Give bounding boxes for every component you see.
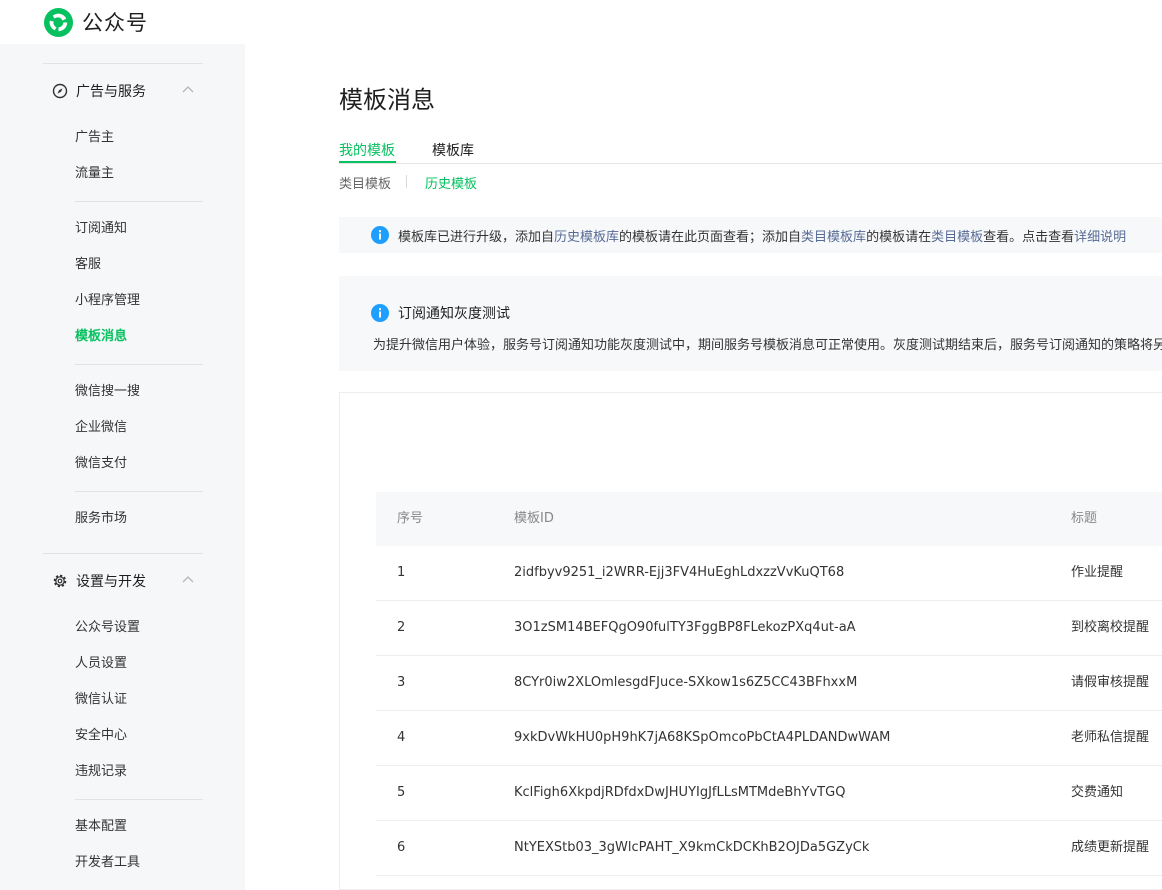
chevron-up-icon[interactable] [182,575,194,583]
table-row: 5 KclFigh6XkpdjRDfdxDwJHUYIgJfLLsMTMdeBh… [376,766,1162,821]
chevron-up-icon[interactable] [182,85,194,93]
table-row: 6 NtYEXStb03_3gWlcPAHT_X9kmCkDCKhB2OJDa5… [376,821,1162,876]
sidebar-item-violation-record[interactable]: 违规记录 [75,762,127,782]
column-header-index: 序号 [397,511,424,526]
row-template-id: 9xkDvWkHU0pH9hK7jA68KSpOmcoPbCtA4PLDANDw… [514,730,891,745]
column-header-title: 标题 [1071,511,1098,526]
row-index: 5 [397,785,406,800]
table-row: 4 9xkDvWkHU0pH9hK7jA68KSpOmcoPbCtA4PLDAN… [376,711,1162,766]
subtab-history-templates[interactable]: 历史模板 [425,173,477,192]
row-index: 2 [397,620,406,635]
sidebar: 广告与服务 广告主 流量主 订阅通知 客服 小程序管理 模板消息 微信搜一搜 企… [0,44,245,890]
gray-test-title-row: 订阅通知灰度测试 [371,303,510,323]
sidebar-section-label: 设置与开发 [76,574,146,590]
detailed-explanation-link[interactable]: 详细说明 [1074,226,1126,245]
table-body: 1 2idfbyv9251_i2WRR-Ejj3FV4HuEghLdxzzVvK… [376,546,1162,876]
sidebar-item-template-message[interactable]: 模板消息 [75,327,127,347]
subtab-separator [406,175,407,188]
sidebar-item-wechat-verification[interactable]: 微信认证 [75,690,127,710]
sidebar-item-subscription-notice[interactable]: 订阅通知 [75,219,127,239]
table-row: 2 3O1zSM14BEFQgO90fulTY3FggBP8FLekozPXq4… [376,601,1162,656]
info-icon [371,304,389,322]
notice-text: 查看。点击查看 [983,229,1075,245]
sidebar-divider [43,553,203,554]
sidebar-item-developer-tools[interactable]: 开发者工具 [75,853,140,873]
brand-name: 公众号 [82,11,148,35]
gray-test-card: 订阅通知灰度测试 为提升微信用户体验，服务号订阅通知功能灰度测试中，期间服务号模… [339,276,1162,371]
sidebar-section-settings-dev[interactable]: 设置与开发 [52,570,202,592]
row-title: 到校离校提醒 [1071,620,1150,635]
sidebar-item-staff-settings[interactable]: 人员设置 [75,654,127,674]
row-index: 6 [397,840,406,855]
sidebar-item-security-center[interactable]: 安全中心 [75,726,127,746]
category-library-link[interactable]: 类目模板库 [801,226,866,245]
sidebar-item-basic-config[interactable]: 基本配置 [75,817,127,837]
sidebar-section-ads-services[interactable]: 广告与服务 [52,80,202,102]
row-template-id: 8CYr0iw2XLOmlesgdFJuce-SXkow1s6Z5CC43BFh… [514,675,858,690]
row-template-id: KclFigh6XkpdjRDfdxDwJHUYIgJfLLsMTMdeBhYv… [514,785,846,800]
column-header-template-id: 模板ID [514,511,554,526]
row-index: 4 [397,730,406,745]
notice-text: 模板库已进行升级，添加自 [398,229,555,245]
tab-template-library[interactable]: 模板库 [432,140,474,160]
sidebar-item-service-market[interactable]: 服务市场 [75,509,127,529]
sidebar-divider [75,799,203,800]
row-title: 老师私信提醒 [1071,730,1150,745]
sidebar-divider [75,491,203,492]
history-library-link[interactable]: 历史模板库 [554,226,619,245]
gear-icon [53,574,67,588]
sidebar-item-wecom[interactable]: 企业微信 [75,418,127,438]
sidebar-item-customer-service[interactable]: 客服 [75,255,101,275]
sidebar-divider [75,364,203,365]
sidebar-item-wechat-pay[interactable]: 微信支付 [75,454,127,474]
table-header: 序号 模板ID 标题 [376,492,1162,546]
table-row: 1 2idfbyv9251_i2WRR-Ejj3FV4HuEghLdxzzVvK… [376,546,1162,601]
template-table-card: 序号 模板ID 标题 1 2idfbyv9251_i2WRR-Ejj3FV4Hu… [339,392,1162,890]
gray-test-title: 订阅通知灰度测试 [398,306,510,322]
wechat-official-account-logo[interactable] [43,7,74,38]
tab-divider [339,163,1162,164]
row-title: 作业提醒 [1071,565,1124,580]
row-title: 成绩更新提醒 [1071,840,1150,855]
table-row: 3 8CYr0iw2XLOmlesgdFJuce-SXkow1s6Z5CC43B… [376,656,1162,711]
upgrade-notice: 模板库已进行升级，添加自 历史模板库 的模板请在此页面查看；添加自 类目模板库 的模板请… [339,217,1162,253]
row-title: 请假审核提醒 [1071,675,1150,690]
row-template-id: NtYEXStb03_3gWlcPAHT_X9kmCkDCKhB2OJDa5GZ… [514,840,870,855]
sidebar-divider [75,201,203,202]
gray-test-description: 为提升微信用户体验，服务号订阅通知功能灰度测试中，期间服务号模板消息可正常使用。… [373,338,1162,353]
sidebar-item-wechat-search[interactable]: 微信搜一搜 [75,382,140,402]
category-templates-link[interactable]: 类目模板 [931,226,983,245]
row-title: 交费通知 [1071,785,1124,800]
main-content: 模板消息 我的模板 模板库 类目模板 历史模板 模板库已进行升级，添加自 历史模板… [245,44,1162,890]
row-template-id: 3O1zSM14BEFQgO90fulTY3FggBP8FLekozPXq4ut… [514,620,856,635]
subtab-category-templates[interactable]: 类目模板 [339,173,391,192]
row-template-id: 2idfbyv9251_i2WRR-Ejj3FV4HuEghLdxzzVvKuQ… [514,565,845,580]
notice-text: 的模板请在此页面查看；添加自 [619,229,802,245]
sidebar-item-publisher[interactable]: 流量主 [75,164,114,184]
sidebar-section-label: 广告与服务 [76,84,146,100]
row-index: 1 [397,565,406,580]
sidebar-item-advertiser[interactable]: 广告主 [75,128,114,148]
tab-my-templates[interactable]: 我的模板 [339,140,395,160]
notice-text: 的模板请在 [866,229,932,245]
top-bar: 公众号 [0,0,1162,44]
row-index: 3 [397,675,406,690]
sidebar-divider [43,63,203,64]
sidebar-item-mini-program[interactable]: 小程序管理 [75,291,140,311]
sidebar-item-account-settings[interactable]: 公众号设置 [75,618,140,638]
info-icon [371,226,389,244]
compass-icon [52,83,68,99]
page-title: 模板消息 [339,86,435,114]
